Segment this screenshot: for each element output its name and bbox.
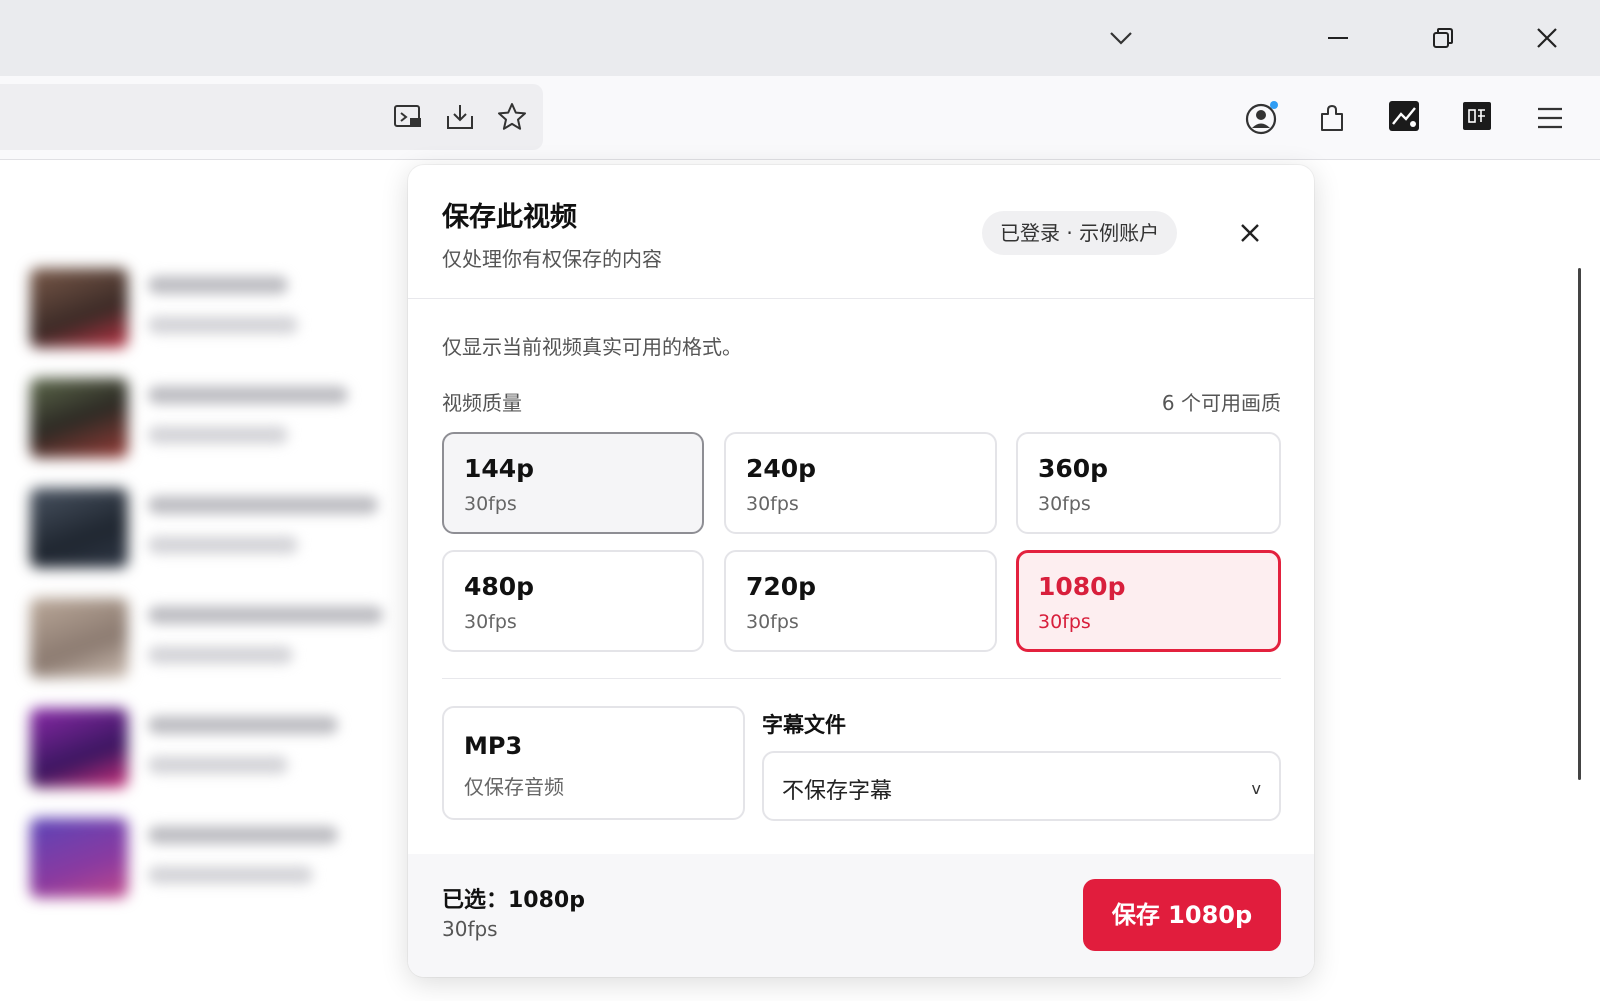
selected-quality-label: 已选：1080p [442, 888, 585, 913]
quality-fps: 30fps [746, 493, 799, 515]
restore-button[interactable] [1423, 18, 1463, 58]
quality-count: 6 个可用画质 [1161, 391, 1281, 415]
quality-fps: 30fps [464, 493, 517, 515]
video-thumbnail [30, 598, 128, 678]
list-item [24, 598, 394, 708]
chevron-down-icon: v [1251, 779, 1261, 798]
quality-section-label: 视频质量 [442, 391, 522, 415]
quality-label: 144p [464, 454, 535, 483]
close-icon [1241, 224, 1259, 242]
quality-label: 720p [746, 572, 817, 601]
mp3-title: MP3 [464, 732, 523, 760]
restore-icon [1433, 28, 1453, 48]
panel-subtitle: 仅处理你有权保存的内容 [442, 247, 662, 271]
quality-fps: 30fps [1038, 611, 1091, 633]
video-thumbnail [30, 708, 128, 788]
mp3-option[interactable]: MP3 仅保存音频 [442, 706, 745, 820]
account-button[interactable] [1242, 98, 1282, 138]
subtitle-select[interactable]: 不保存字幕 v [762, 751, 1281, 821]
quality-label: 360p [1038, 454, 1109, 483]
quality-label: 480p [464, 572, 535, 601]
panel-title: 保存此视频 [442, 202, 577, 233]
minimize-icon [1328, 37, 1348, 39]
address-bar[interactable] [0, 84, 543, 150]
save-button[interactable]: 保存 1080p [1083, 879, 1281, 951]
window-titlebar [0, 0, 1600, 76]
quality-option-1080p[interactable]: 1080p 30fps [1016, 550, 1281, 652]
minimize-button[interactable] [1318, 18, 1358, 58]
panel-close-button[interactable] [1230, 213, 1270, 253]
subtitle-file-label: 字幕文件 [762, 713, 846, 737]
format-note: 仅显示当前视频真实可用的格式。 [442, 335, 742, 359]
extension-box-icon [1463, 102, 1491, 130]
quality-option-240p[interactable]: 240p 30fps [724, 432, 997, 534]
screenshot-icon [394, 105, 421, 127]
save-video-panel: 保存此视频 仅处理你有权保存的内容 已登录 · 示例账户 仅显示当前视频真实可用… [408, 165, 1314, 977]
page-scrollbar[interactable] [1578, 268, 1581, 780]
screenshot-button[interactable] [388, 97, 428, 137]
video-thumbnail [30, 378, 128, 458]
video-thumbnail [30, 488, 128, 568]
selected-fps: 30fps [442, 917, 498, 941]
section-divider [442, 678, 1281, 679]
window-close-button[interactable] [1527, 18, 1567, 58]
quality-option-720p[interactable]: 720p 30fps [724, 550, 997, 652]
list-item [24, 818, 394, 928]
quality-option-480p[interactable]: 480p 30fps [442, 550, 704, 652]
list-item [24, 378, 394, 488]
bookmark-star-icon [498, 103, 526, 130]
list-item [24, 708, 394, 818]
account-icon [1245, 101, 1278, 135]
list-item [24, 488, 394, 598]
extension-app-icon [1389, 101, 1419, 131]
mp3-subtitle: 仅保存音频 [464, 775, 564, 799]
header-divider [408, 298, 1314, 299]
extensions-button[interactable] [1313, 98, 1353, 138]
app-menu-button[interactable] [1530, 98, 1570, 138]
menu-icon [1538, 107, 1562, 129]
extension-box-button[interactable] [1457, 96, 1497, 136]
quality-option-144p[interactable]: 144p 30fps [442, 432, 704, 534]
extensions-icon [1321, 105, 1343, 131]
quality-fps: 30fps [746, 611, 799, 633]
quality-label: 1080p [1038, 572, 1126, 601]
tab-list-button[interactable] [1101, 18, 1141, 58]
video-thumbnail [30, 268, 128, 348]
download-icon [447, 105, 473, 129]
quality-fps: 30fps [1038, 493, 1091, 515]
quality-option-360p[interactable]: 360p 30fps [1016, 432, 1281, 534]
bookmark-button[interactable] [492, 97, 532, 137]
extension-app-button[interactable] [1384, 96, 1424, 136]
save-page-button[interactable] [440, 97, 480, 137]
account-status-badge: 已登录 · 示例账户 [982, 211, 1178, 255]
list-item [24, 268, 394, 378]
browser-toolbar [0, 76, 1600, 160]
background-video-list [24, 268, 394, 928]
chevron-down-icon [1110, 32, 1132, 45]
quality-fps: 30fps [464, 611, 517, 633]
video-thumbnail [30, 818, 128, 898]
close-icon [1537, 28, 1557, 48]
subtitle-select-value: 不保存字幕 [782, 779, 893, 804]
quality-label: 240p [746, 454, 817, 483]
panel-footer: 已选：1080p 30fps 保存 1080p [408, 854, 1314, 977]
